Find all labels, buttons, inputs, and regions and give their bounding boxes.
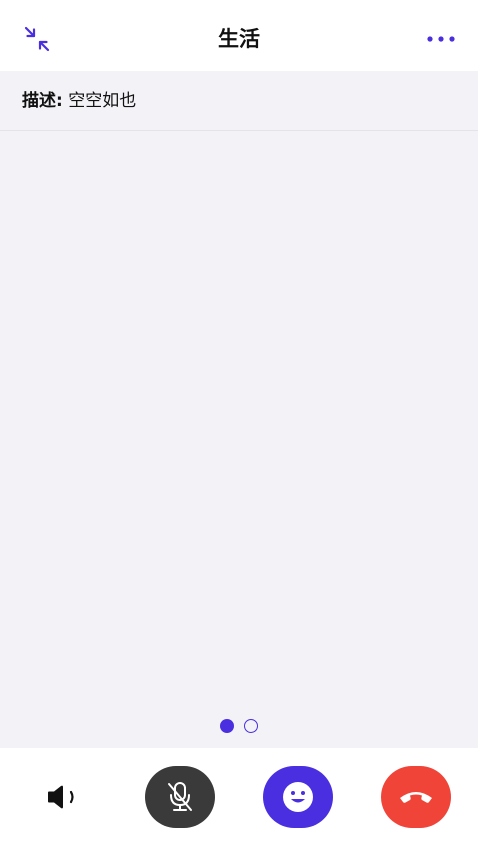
speaker-icon <box>48 785 74 809</box>
description-value: 空空如也 <box>68 91 137 111</box>
top-bar: 生活 <box>0 0 478 71</box>
content-area <box>0 131 478 748</box>
emoji-button[interactable] <box>263 766 333 828</box>
description-label: 描述 <box>22 91 56 111</box>
page-indicator <box>0 719 478 733</box>
description-text: 描述: 空空如也 <box>22 89 136 113</box>
hang-up-button[interactable] <box>381 766 451 828</box>
phone-hangup-icon <box>400 792 432 803</box>
page-dot-1[interactable] <box>220 719 234 733</box>
page-dot-2[interactable] <box>244 719 258 733</box>
mute-mic-button[interactable] <box>145 766 215 828</box>
call-controls <box>0 748 478 850</box>
description-bar: 描述: 空空如也 <box>0 71 478 131</box>
smiley-icon <box>283 782 313 812</box>
speaker-button[interactable] <box>27 766 97 828</box>
mic-off-icon <box>168 782 192 811</box>
more-dots-icon <box>427 36 455 42</box>
description-separator: : <box>56 91 63 111</box>
page-title: 生活 <box>218 27 260 51</box>
more-options-button[interactable] <box>422 22 460 56</box>
